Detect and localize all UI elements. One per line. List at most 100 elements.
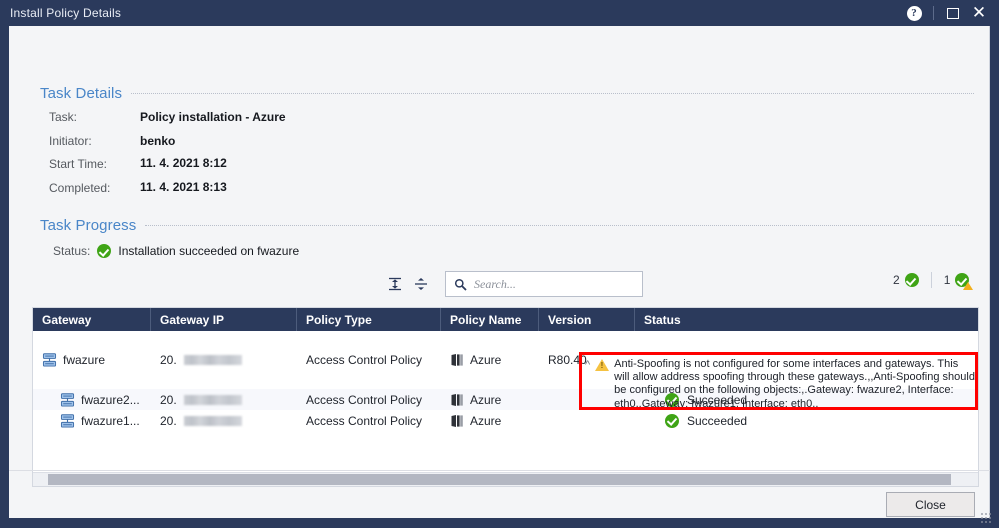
gateway-ip-redacted	[183, 415, 242, 426]
gateway-cluster-icon	[42, 353, 57, 367]
column-header-status[interactable]: Status	[635, 308, 978, 331]
status-text: Installation succeeded on fwazure	[118, 244, 300, 258]
gateway-table: Gateway Gateway IP Policy Type Policy Na…	[32, 307, 979, 487]
window-controls: ? ✕	[902, 1, 999, 25]
column-header-version[interactable]: Version	[539, 308, 635, 331]
task-label: Task:	[49, 110, 78, 124]
task-details-title: Task Details	[40, 85, 123, 102]
panel-right-rule	[989, 26, 990, 518]
gateway-member-icon	[60, 413, 75, 428]
close-button[interactable]: ✕	[967, 1, 991, 25]
collapse-all-button[interactable]	[408, 271, 434, 297]
gateway-ip-redacted	[183, 355, 242, 365]
cell-policy-name: Azure	[441, 393, 539, 407]
completed-label: Completed:	[49, 181, 111, 195]
completed-value: 11. 4. 2021 8:13	[140, 180, 227, 194]
horizontal-scrollbar[interactable]	[33, 472, 978, 486]
start-time-label: Start Time:	[49, 157, 108, 171]
task-status-line: Status: Installation succeeded on fwazur…	[53, 244, 299, 258]
close-icon: ✕	[971, 3, 987, 22]
policy-name-text: Azure	[470, 413, 502, 428]
task-progress-title: Task Progress	[40, 217, 137, 234]
title-bar: Install Policy Details ? ✕	[0, 0, 999, 26]
search-placeholder: Search...	[474, 276, 516, 291]
success-check-warning-icon	[955, 273, 974, 290]
success-check-icon	[904, 273, 919, 287]
resize-grip-icon[interactable]	[980, 512, 992, 524]
policy-package-icon	[451, 393, 463, 406]
success-check-icon	[97, 244, 112, 258]
task-details-section-header: Task Details	[40, 85, 980, 102]
start-time-value: 11. 4. 2021 8:12	[140, 156, 227, 170]
search-icon	[454, 278, 467, 291]
column-header-policy-type[interactable]: Policy Type	[297, 308, 441, 331]
cell-gateway-ip: 20.	[151, 414, 297, 428]
expand-all-button[interactable]	[382, 271, 408, 297]
initiator-label: Initiator:	[49, 134, 92, 148]
column-header-policy-name[interactable]: Policy Name	[441, 308, 539, 331]
install-policy-details-window: Install Policy Details ? ✕ Task Details …	[0, 0, 999, 528]
section-divider-dots	[145, 225, 970, 226]
scrollbar-thumb[interactable]	[48, 474, 951, 485]
maximize-button[interactable]	[941, 1, 965, 25]
task-progress-section-header: Task Progress	[40, 217, 980, 234]
success-check-icon	[665, 413, 679, 428]
cell-gateway: fwazure	[33, 353, 151, 367]
warning-triangle-icon	[595, 359, 610, 371]
policy-package-icon	[451, 354, 463, 366]
close-dialog-button[interactable]: Close	[886, 492, 975, 517]
cell-policy-type: Access Control Policy	[306, 413, 423, 428]
policy-package-icon	[451, 414, 463, 427]
column-header-gateway-ip[interactable]: Gateway IP	[151, 308, 297, 331]
collapse-all-icon	[415, 278, 427, 290]
gateway-name: fwazure2...	[81, 392, 140, 407]
gateway-ip-prefix: 20.	[160, 413, 177, 428]
gateway-ip-redacted	[183, 394, 242, 405]
warning-triangle-icon	[963, 282, 974, 290]
table-header-row: Gateway Gateway IP Policy Type Policy Na…	[33, 308, 978, 331]
table-row[interactable]: fwazure1... 20. Access Control Policy Az…	[33, 410, 978, 431]
status-label: Status:	[53, 244, 91, 258]
table-body: fwazure 20. Access Control Policy Azure	[33, 331, 978, 464]
table-toolbar: Search...	[382, 271, 643, 297]
expand-all-icon	[389, 277, 401, 291]
cell-gateway-ip: 20.	[151, 393, 297, 407]
gateway-ip-prefix: 20.	[160, 353, 177, 367]
dialog-body: Task Details Task: Policy installation -…	[9, 26, 990, 518]
gateway-name: fwazure1...	[81, 413, 140, 428]
policy-name-text: Azure	[470, 353, 502, 367]
cell-policy-type: Access Control Policy	[306, 392, 423, 407]
window-title: Install Policy Details	[10, 6, 122, 20]
chevron-up-icon[interactable]: ^	[585, 359, 590, 371]
warning-counter[interactable]: 1	[943, 273, 974, 290]
cell-status: Succeeded	[635, 413, 978, 428]
cell-policy-type: Access Control Policy	[306, 353, 423, 367]
cell-policy-name: Azure	[441, 353, 539, 367]
cell-policy-name: Azure	[441, 414, 539, 428]
footer-divider	[9, 470, 990, 471]
success-count: 2	[893, 273, 900, 287]
initiator-value: benko	[140, 134, 176, 148]
section-divider-dots	[131, 93, 975, 94]
policy-name-text: Azure	[470, 392, 502, 407]
search-input[interactable]: Search...	[445, 271, 643, 297]
counter-divider	[930, 272, 932, 288]
cell-gateway: fwazure1...	[33, 414, 151, 428]
anti-spoofing-warning-cell: ^ Anti-Spoofing is not configured for so…	[585, 358, 975, 411]
gateway-ip-prefix: 20.	[160, 392, 177, 407]
success-counter[interactable]: 2	[893, 273, 919, 287]
cell-gateway-ip: 20.	[151, 353, 297, 367]
gateway-name: fwazure	[63, 353, 106, 367]
window-controls-divider	[933, 6, 934, 20]
gateway-member-icon	[60, 392, 75, 407]
status-text: Succeeded	[687, 413, 748, 428]
help-button[interactable]: ?	[902, 1, 926, 25]
warning-message: Anti-Spoofing is not configured for some…	[614, 358, 975, 410]
status-counters: 2 1	[893, 272, 974, 290]
maximize-icon	[947, 7, 959, 19]
cell-gateway: fwazure2...	[33, 393, 151, 407]
help-circle-icon: ?	[906, 5, 922, 21]
warning-count: 1	[943, 273, 951, 287]
task-value: Policy installation - Azure	[140, 110, 286, 124]
column-header-gateway[interactable]: Gateway	[33, 308, 151, 331]
